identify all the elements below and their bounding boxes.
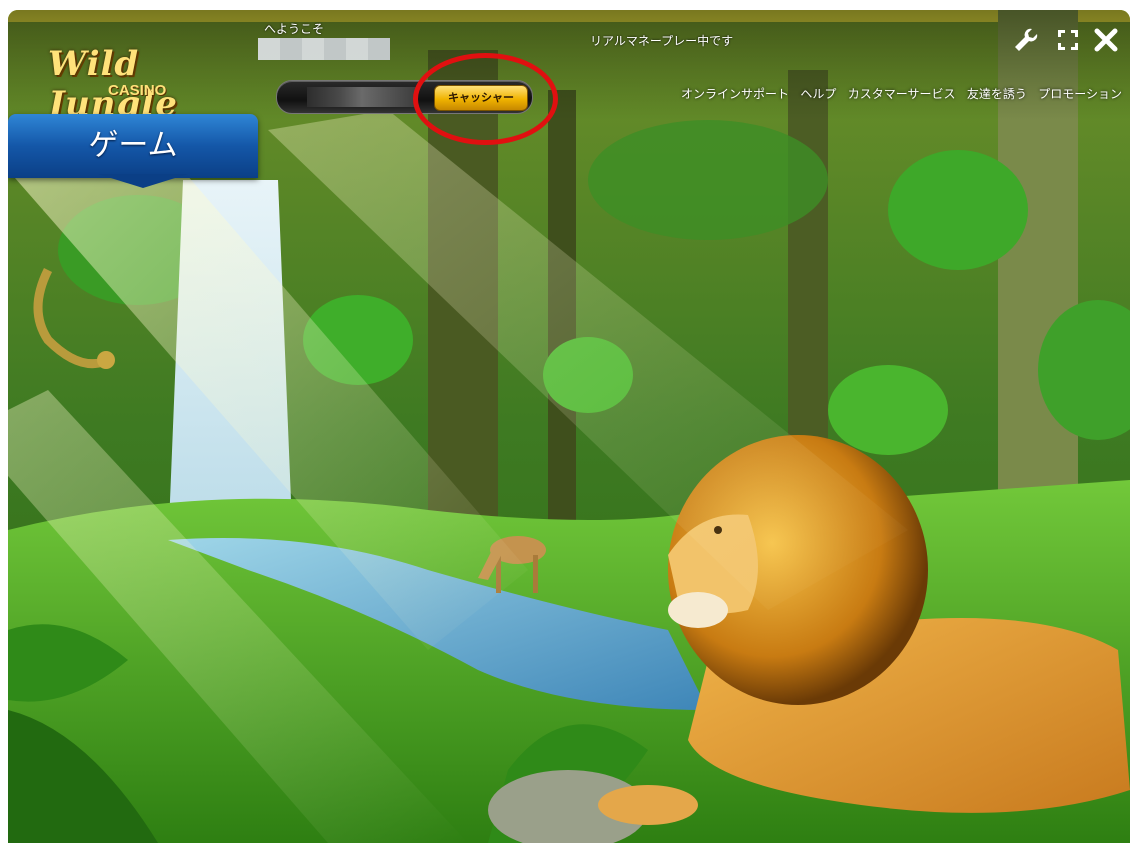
nav-help[interactable]: ヘルプ <box>800 87 836 101</box>
cashier-highlight-ring <box>413 53 558 145</box>
nav-promotions[interactable]: プロモーション <box>1038 87 1122 101</box>
window-tools <box>1012 26 1122 56</box>
nav-invite-friends[interactable]: 友達を誘う <box>967 87 1027 101</box>
close-icon[interactable] <box>1092 26 1120 54</box>
wrench-icon[interactable] <box>1012 26 1040 54</box>
balance-redacted <box>307 87 417 107</box>
games-tab-label: ゲーム <box>88 128 178 163</box>
games-tab[interactable]: ゲーム <box>8 114 258 178</box>
casino-lobby-window: Wild Jungle CASINO へようこそ キャッシャー リアルマネープレ… <box>8 10 1130 843</box>
nav-customer-service[interactable]: カスタマーサービス <box>848 87 956 101</box>
top-navigation: オンラインサポート ヘルプ カスタマーサービス 友達を誘う プロモーション <box>673 85 1122 102</box>
wild-jungle-casino-logo[interactable]: Wild Jungle CASINO <box>22 22 252 124</box>
real-money-mode-text: リアルマネープレー中です <box>590 34 734 48</box>
games-tab-pointer <box>98 174 188 188</box>
username-redacted <box>258 38 390 60</box>
fullscreen-icon[interactable] <box>1054 26 1082 54</box>
welcome-label: へようこそ <box>264 22 325 36</box>
logo-subtitle: CASINO <box>108 82 167 99</box>
nav-online-support[interactable]: オンラインサポート <box>681 87 789 101</box>
